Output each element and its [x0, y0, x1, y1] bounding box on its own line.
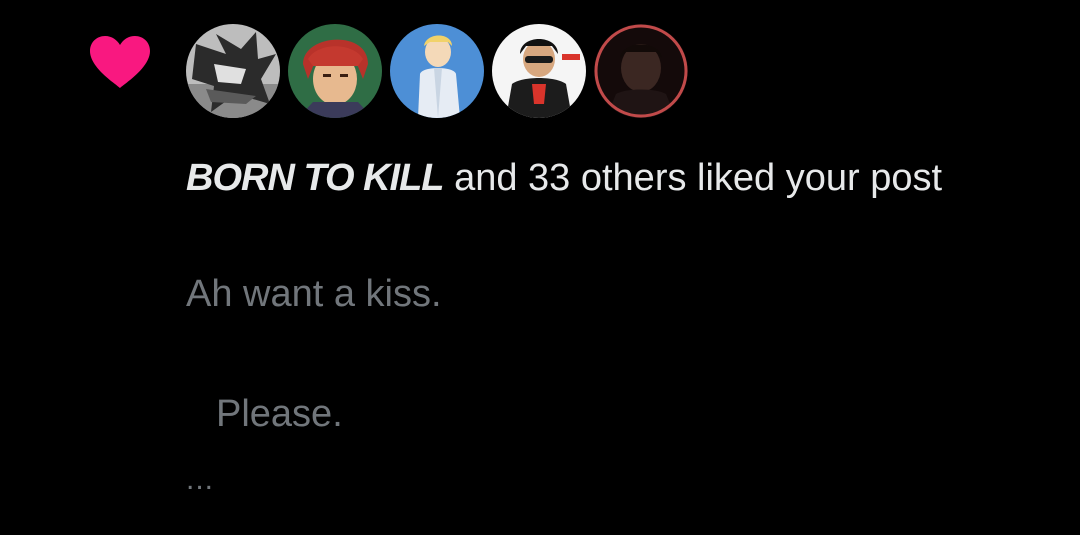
like-notification[interactable]: BORN TO KILL and 33 others liked your po…	[0, 0, 1080, 535]
notification-text: BORN TO KILL and 33 others liked your po…	[186, 146, 1046, 210]
avatar[interactable]	[186, 24, 280, 118]
post-preview-line: Ah want a kiss.	[186, 273, 442, 315]
liker-avatars	[186, 24, 688, 120]
avatar[interactable]	[390, 24, 484, 118]
avatar[interactable]	[492, 24, 586, 118]
avatar[interactable]	[594, 24, 688, 118]
action-text: and 33 others liked your post	[443, 157, 943, 199]
truncation-ellipsis: ...	[186, 463, 215, 496]
actor-name[interactable]: BORN TO KILL	[186, 157, 445, 199]
heart-icon	[90, 36, 150, 88]
avatar[interactable]	[288, 24, 382, 118]
post-preview-line: Please.	[216, 393, 343, 435]
